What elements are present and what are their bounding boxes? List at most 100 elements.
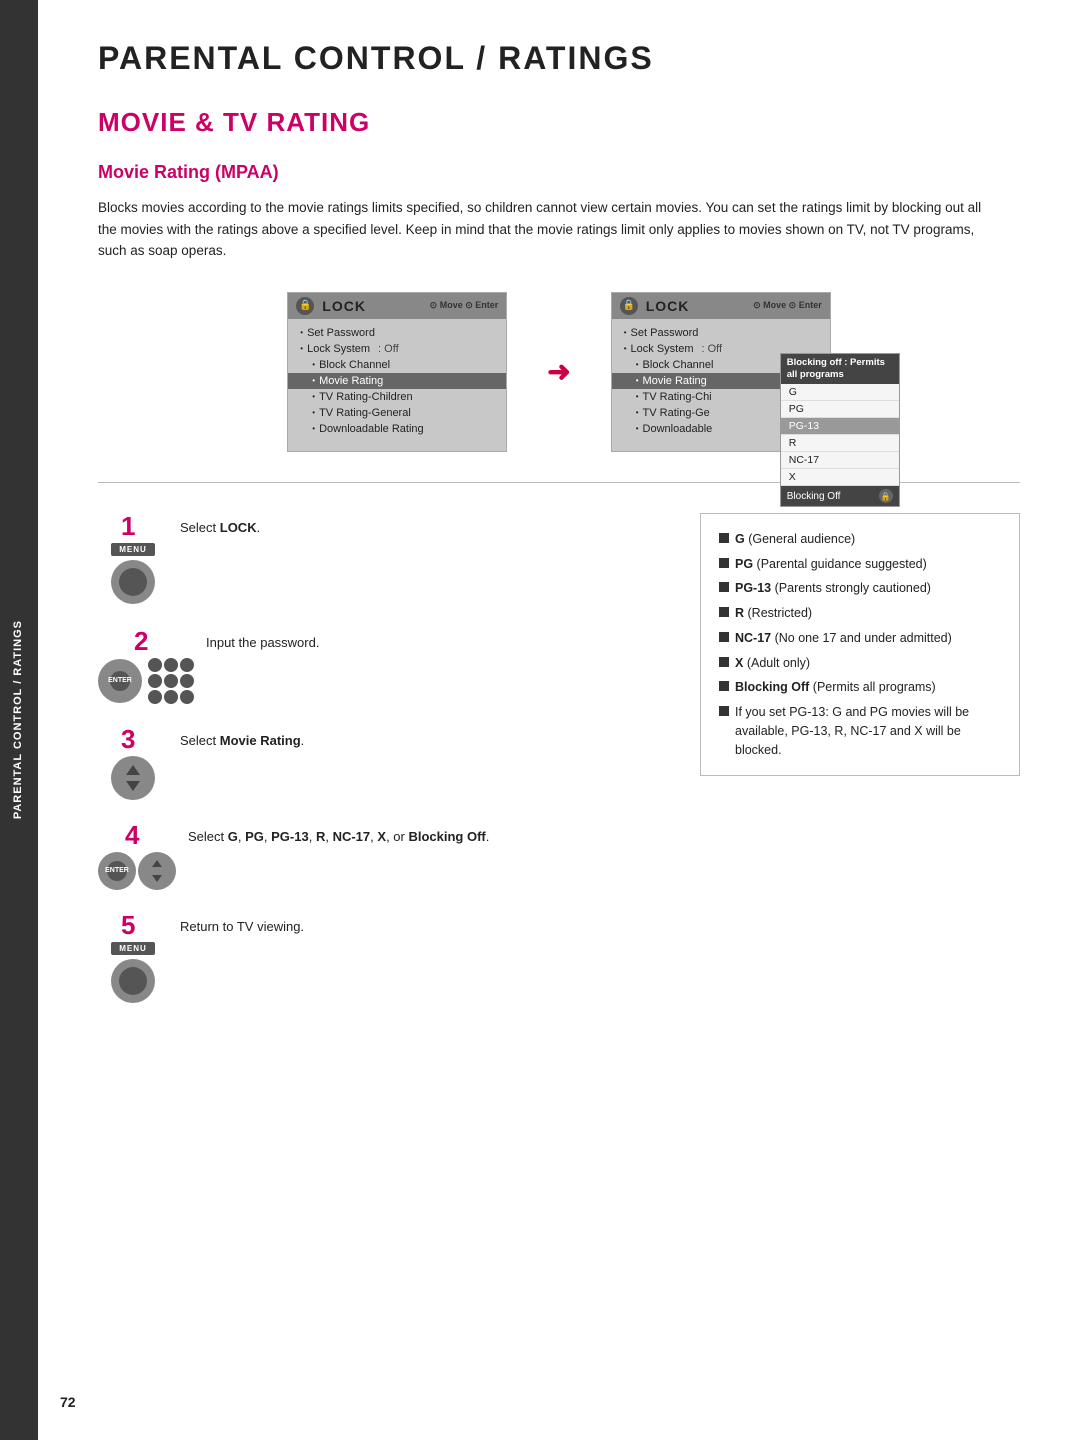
note-bullet [719, 706, 729, 716]
step-number-5: 5 [121, 912, 145, 938]
lock-icon-left: 🔒 [296, 297, 314, 315]
steps-list: 1 MENU Select LOCK. 2 [98, 513, 660, 1027]
lock-body-left: • Set Password • Lock System : Off • Blo… [288, 319, 506, 451]
step-number-2: 2 [134, 628, 158, 654]
body-text: Blocks movies according to the movie rat… [98, 197, 998, 262]
numpad-2 [148, 658, 194, 704]
menu-btn-label-1: MENU [111, 543, 155, 556]
rating-blocking-off: Blocking Off (Permits all programs) [719, 678, 1001, 697]
rating-text-pg13: PG-13 (Parents strongly cautioned) [735, 579, 931, 598]
lock-item-r0: • Set Password [612, 325, 830, 341]
rating-bullet-pg [719, 558, 729, 568]
rating-r: R (Restricted) [719, 604, 1001, 623]
menu-button-5: MENU [111, 942, 155, 1003]
sidebar: PARENTAL CONTROL / RATINGS [0, 0, 38, 1440]
page-number: 72 [60, 1394, 76, 1410]
enter-arrows-4: ENTER [98, 852, 176, 890]
lock-item-2: • Block Channel [288, 357, 506, 373]
lock-item-5: • TV Rating-General [288, 405, 506, 421]
lock-item-0: • Set Password [288, 325, 506, 341]
rating-x: X (Adult only) [719, 654, 1001, 673]
rating-text-pg: PG (Parental guidance suggested) [735, 555, 927, 574]
sidebar-label: PARENTAL CONTROL / RATINGS [12, 620, 25, 819]
lock-menu-left: 🔒 LOCK ⊙ Move ⊙ Enter • Set Password • L… [287, 292, 507, 452]
lock-title-right: LOCK [646, 298, 745, 314]
rating-bullet-x [719, 657, 729, 667]
up-arrow-3 [126, 765, 140, 775]
enter-inner-2: ENTER [110, 671, 130, 691]
up-arrow-4 [152, 860, 162, 867]
note-text: If you set PG-13: G and PG movies will b… [719, 703, 1001, 759]
lock-item-4: • TV Rating-Children [288, 389, 506, 405]
lock-nav-left: ⊙ Move ⊙ Enter [430, 300, 499, 311]
dropdown-footer: Blocking Off 🔒 [781, 486, 899, 506]
rating-pg13: PG-13 (Parents strongly cautioned) [719, 579, 1001, 598]
subsection-title: Movie Rating (MPAA) [98, 162, 1020, 183]
down-arrow-4 [152, 875, 162, 882]
rating-bullet-g [719, 533, 729, 543]
step-5-instruction: Return to TV viewing. [180, 918, 304, 936]
lock-header-left: 🔒 LOCK ⊙ Move ⊙ Enter [288, 293, 506, 319]
menu-button-1: MENU [111, 543, 155, 604]
steps-area: 1 MENU Select LOCK. 2 [98, 513, 1020, 1027]
dropdown-item-pg: PG [781, 401, 899, 418]
enter-inner-4: ENTER [107, 861, 127, 881]
rating-text-x: X (Adult only) [735, 654, 810, 673]
rating-text-r: R (Restricted) [735, 604, 812, 623]
rating-bullet-blocking [719, 681, 729, 691]
lock-header-right: 🔒 LOCK ⊙ Move ⊙ Enter [612, 293, 830, 319]
rating-bullet-nc17 [719, 632, 729, 642]
step-5: 5 MENU Return to TV viewing. [98, 912, 660, 1005]
dropdown-lock-icon: 🔒 [879, 489, 893, 503]
dropdown-footer-label: Blocking Off [787, 491, 841, 502]
step-1-instruction: Select LOCK. [180, 519, 260, 537]
ratings-info-box: G (General audience) PG (Parental guidan… [700, 513, 1020, 777]
dropdown-item-g: G [781, 384, 899, 401]
step-number-3: 3 [121, 726, 145, 752]
circle-inner-5 [119, 967, 147, 995]
circle-inner-1 [119, 568, 147, 596]
lock-item-1: • Lock System : Off [288, 341, 506, 357]
rating-g: G (General audience) [719, 530, 1001, 549]
enter-label-2: ENTER [108, 677, 132, 684]
lock-icon-right: 🔒 [620, 297, 638, 315]
step-4-instruction: Select G, PG, PG-13, R, NC-17, X, or Blo… [188, 828, 489, 846]
dropdown-item-nc17: NC-17 [781, 452, 899, 469]
step-2-instruction: Input the password. [206, 634, 319, 652]
rating-text-blocking: Blocking Off (Permits all programs) [735, 678, 936, 697]
dropdown-header: Blocking off : Permits all programs [781, 354, 899, 385]
enter-label-4: ENTER [105, 867, 129, 874]
right-arrow-icon: ➜ [547, 355, 570, 388]
enter-outer-4: ENTER [98, 852, 136, 890]
note-content: If you set PG-13: G and PG movies will b… [735, 703, 1001, 759]
step-3: 3 Select Movie Rating. [98, 726, 660, 800]
down-arrow-3 [126, 781, 140, 791]
arrow-button-4 [138, 852, 176, 890]
step-5-content: Return to TV viewing. [180, 912, 304, 936]
lock-title-left: LOCK [322, 298, 421, 314]
page-title: PARENTAL CONTROL / RATINGS [98, 40, 1020, 77]
rating-text-nc17: NC-17 (No one 17 and under admitted) [735, 629, 952, 648]
step-number-4: 4 [125, 822, 149, 848]
step-3-content: Select Movie Rating. [180, 726, 304, 750]
rating-bullet-r [719, 607, 729, 617]
step-4: 4 ENTER Sel [98, 822, 660, 890]
rating-dropdown: Blocking off : Permits all programs G PG… [780, 353, 900, 508]
dropdown-item-pg13: PG-13 [781, 418, 899, 435]
rating-text-g: G (General audience) [735, 530, 855, 549]
step-2-content: Input the password. [206, 628, 319, 652]
step-1: 1 MENU Select LOCK. [98, 513, 660, 606]
lock-nav-right: ⊙ Move ⊙ Enter [753, 300, 822, 311]
step-3-instruction: Select Movie Rating. [180, 732, 304, 750]
rating-bullet-pg13 [719, 582, 729, 592]
enter-outer-2: ENTER [98, 659, 142, 703]
rating-pg: PG (Parental guidance suggested) [719, 555, 1001, 574]
step-1-content: Select LOCK. [180, 513, 260, 537]
circle-outer-5 [111, 959, 155, 1003]
enter-button-2: ENTER [98, 658, 194, 704]
step-2: 2 ENTER [98, 628, 660, 704]
step-number-1: 1 [121, 513, 145, 539]
dropdown-item-r: R [781, 435, 899, 452]
lock-menu-right: 🔒 LOCK ⊙ Move ⊙ Enter • Set Password • L… [611, 292, 831, 452]
rating-nc17: NC-17 (No one 17 and under admitted) [719, 629, 1001, 648]
